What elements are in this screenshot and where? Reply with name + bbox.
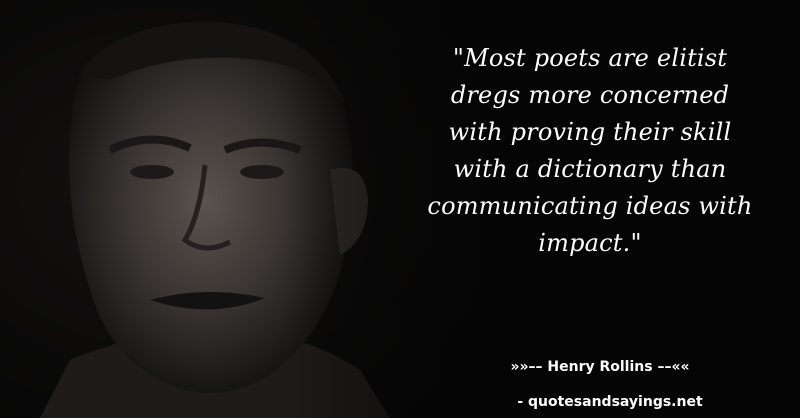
quote-line: dregs more concerned <box>450 81 730 109</box>
site-credit: - quotesandsayings.net <box>517 394 703 410</box>
quote-card: "Most poets are elitist dregs more conce… <box>0 0 800 418</box>
quote-line: impact." <box>538 229 642 257</box>
quote-line: with proving their skill <box>448 118 732 146</box>
quote-line: communicating ideas with <box>427 192 753 220</box>
quote-text: "Most poets are elitist dregs more conce… <box>400 40 780 262</box>
quote-line: "Most poets are elitist <box>452 44 728 72</box>
quote-line: with a dictionary than <box>453 155 727 183</box>
author-attribution: »»–– Henry Rollins ––«« <box>510 359 690 375</box>
quote-block: "Most poets are elitist dregs more conce… <box>400 40 780 262</box>
